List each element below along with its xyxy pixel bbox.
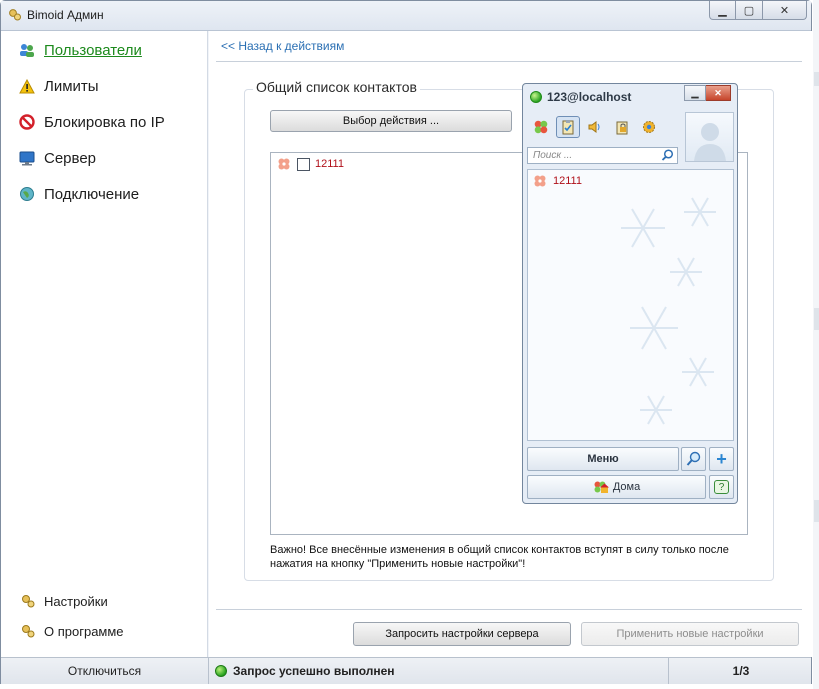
settings-icon [22, 595, 35, 608]
close-icon: ✕ [779, 3, 790, 17]
lock-clipboard-icon [616, 121, 628, 135]
status-ok-icon [215, 665, 227, 677]
status-message: Запрос успешно выполнен [215, 664, 395, 678]
client-window: 123@localhost ▁ ✕ Поиск ... 12111 Меню +… [522, 83, 738, 504]
maximize-icon: ▢ [743, 3, 755, 17]
maximize-button[interactable]: ▢ [736, 1, 763, 20]
find-contact-button[interactable] [681, 447, 706, 471]
minimize-icon: ▁ [718, 3, 727, 17]
client-settings-button[interactable] [637, 116, 661, 138]
avatar[interactable] [685, 112, 734, 162]
home-status-icon [594, 481, 609, 493]
client-title-bar[interactable]: 123@localhost ▁ ✕ [523, 84, 737, 109]
request-settings-button[interactable]: Запросить настройки сервера [353, 622, 571, 646]
window-controls: ▁ ▢ ✕ [709, 1, 807, 21]
find-user-icon [686, 451, 700, 466]
client-minimize-button[interactable]: ▁ [684, 85, 706, 101]
apply-settings-button[interactable]: Применить новые настройки [581, 622, 799, 646]
sidebar-item-server[interactable]: Сервер [18, 148, 96, 168]
status-button[interactable]: Дома [527, 475, 706, 499]
client-window-controls: ▁ ✕ [684, 85, 731, 101]
sidebar-item-connection[interactable]: Подключение [18, 184, 139, 204]
contact-checkbox[interactable] [297, 157, 310, 171]
sidebar-item-label: Блокировка по IP [44, 113, 165, 131]
menu-button[interactable]: Меню [527, 447, 679, 471]
back-to-actions-link[interactable]: << Назад к действиям [221, 39, 344, 53]
sidebar-item-about[interactable]: О программе [20, 623, 124, 639]
contact-name: 12111 [315, 158, 344, 170]
list-item[interactable]: 12111 [277, 157, 344, 171]
avatar-placeholder-icon [693, 123, 726, 161]
sidebar-item-label: Настройки [44, 593, 108, 609]
sidebar: Пользователи Лимиты Блокировка по IP Сер… [1, 31, 208, 657]
client-toolbar [529, 116, 664, 138]
clover-icon [534, 120, 548, 134]
minimize-button[interactable]: ▁ [709, 1, 736, 20]
contact-status-icon [534, 175, 546, 187]
background-window-edge [814, 72, 819, 86]
warning-icon [18, 77, 36, 95]
app-logo-icon [9, 9, 21, 21]
sidebar-item-label: Пользователи [44, 41, 142, 59]
sidebar-item-label: О программе [44, 623, 124, 639]
background-window-edge [814, 500, 819, 522]
background-window-edge [814, 308, 819, 330]
contact-name: 12111 [553, 175, 582, 187]
search-placeholder: Поиск ... [533, 150, 573, 161]
sidebar-item-label: Сервер [44, 149, 97, 167]
important-note: Важно! Все внесённые изменения в общий с… [270, 544, 729, 570]
clipboard-icon [562, 120, 574, 135]
notes-button[interactable] [556, 116, 580, 138]
users-icon [18, 41, 36, 59]
list-item[interactable]: 12111 [533, 174, 582, 188]
sidebar-item-settings[interactable]: Настройки [20, 593, 108, 609]
page-indicator: 1/3 [668, 658, 813, 684]
privacy-button[interactable] [610, 116, 634, 138]
help-icon: ? [714, 480, 729, 494]
client-title: 123@localhost [547, 89, 632, 104]
status-button-label: Дома [612, 481, 641, 493]
client-close-button[interactable]: ✕ [706, 85, 731, 101]
monitor-icon [18, 149, 36, 167]
client-contact-list[interactable]: 12111 [527, 169, 734, 441]
contact-status-icon [278, 158, 290, 170]
divider [216, 609, 802, 610]
add-contact-button[interactable]: + [709, 447, 734, 471]
globe-icon [18, 185, 36, 203]
contact-search-input[interactable]: Поиск ... [527, 147, 678, 164]
window-title: Bimoid Админ [27, 8, 104, 22]
close-button[interactable]: ✕ [763, 1, 807, 20]
help-button[interactable]: ? [709, 475, 734, 499]
block-icon [18, 113, 36, 131]
disconnect-button[interactable]: Отключиться [1, 658, 209, 684]
snowflake-background [621, 197, 716, 425]
minimize-icon: ▁ [691, 87, 699, 98]
speaker-icon [588, 121, 600, 133]
sidebar-item-label: Лимиты [44, 77, 99, 95]
background-window-edge [813, 0, 819, 689]
divider [216, 61, 802, 62]
sidebar-item-label: Подключение [44, 185, 140, 203]
sound-button[interactable] [583, 116, 607, 138]
title-bar[interactable]: Bimoid Админ ▁ ▢ ✕ [1, 1, 811, 31]
status-text: Запрос успешно выполнен [233, 664, 395, 678]
sidebar-item-users[interactable]: Пользователи [18, 40, 142, 60]
gear-icon [643, 121, 655, 133]
sidebar-item-limits[interactable]: Лимиты [18, 76, 99, 96]
sidebar-item-ip-block[interactable]: Блокировка по IP [18, 112, 165, 132]
close-icon: ✕ [714, 87, 722, 98]
status-menu-button[interactable] [529, 116, 553, 138]
search-icon[interactable] [661, 149, 674, 162]
status-bar: Отключиться Запрос успешно выполнен 1/3 [1, 657, 811, 684]
plus-icon: + [716, 449, 727, 469]
about-icon [22, 625, 35, 638]
select-action-button[interactable]: Выбор действия ... [270, 110, 512, 132]
group-title: Общий список контактов [253, 79, 420, 95]
online-status-icon [530, 90, 542, 103]
